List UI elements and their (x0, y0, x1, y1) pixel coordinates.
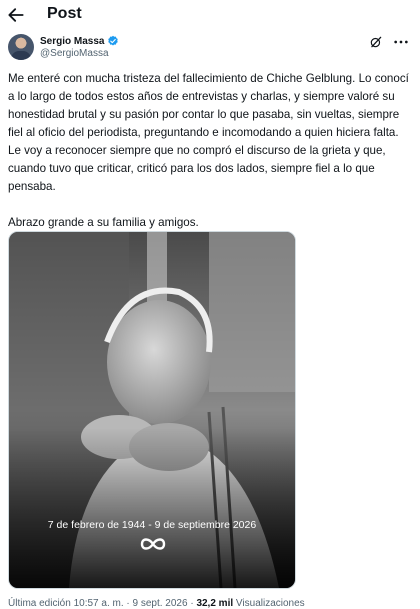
tweet-text: Me enteré con mucha tristeza del falleci… (8, 70, 412, 232)
grok-icon[interactable] (369, 35, 383, 49)
author-handle[interactable]: @SergioMassa (40, 48, 109, 59)
page-title: Post (47, 5, 82, 22)
avatar[interactable] (8, 34, 34, 60)
memorial-dates: 7 de febrero de 1944 - 9 de septiembre 2… (47, 519, 257, 531)
more-options-icon[interactable] (393, 35, 409, 49)
verified-badge-icon (108, 35, 119, 46)
author-name-row[interactable]: Sergio Massa (40, 34, 119, 48)
post-header: Post (0, 0, 420, 30)
tweet-image[interactable]: 7 de febrero de 1944 - 9 de septiembre 2… (8, 231, 296, 589)
post-meta: Última edición 10:57 a. m. · 9 sept. 202… (8, 598, 305, 609)
edited-timestamp[interactable]: Última edición 10:57 a. m. · 9 sept. 202… (8, 598, 196, 609)
views-count: 32,2 mil (196, 598, 234, 609)
views-label: Visualizaciones (233, 598, 305, 609)
back-arrow-icon[interactable] (6, 5, 26, 25)
author-name[interactable]: Sergio Massa (40, 36, 104, 47)
infinity-icon (140, 538, 166, 550)
tweet-paragraph: Me enteré con mucha tristeza del falleci… (8, 72, 409, 193)
tweet-paragraph: Abrazo grande a su familia y amigos. (8, 216, 199, 229)
